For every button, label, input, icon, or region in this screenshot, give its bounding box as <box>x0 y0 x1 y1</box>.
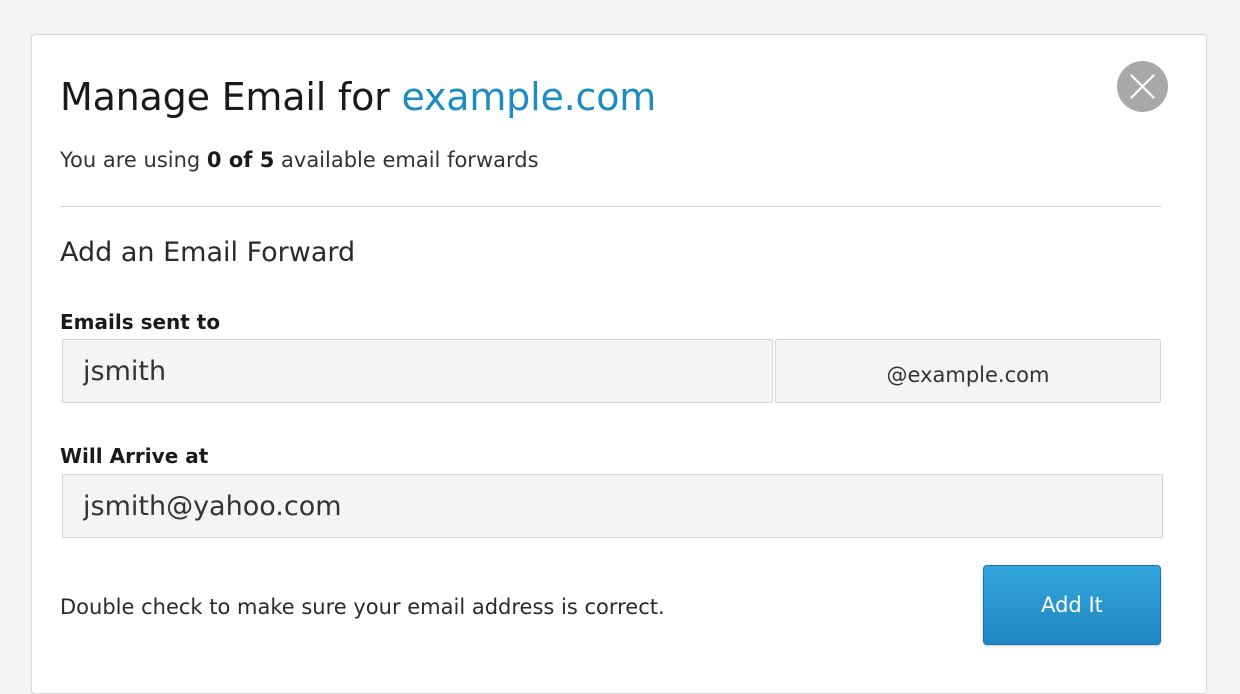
hint-text: Double check to make sure your email add… <box>60 595 665 619</box>
usage-summary: You are using 0 of 5 available email for… <box>60 148 539 172</box>
usage-count: 0 of 5 <box>206 148 275 172</box>
add-it-button[interactable]: Add It <box>983 565 1161 645</box>
domain-suffix: @example.com <box>775 339 1161 403</box>
section-title: Add an Email Forward <box>60 237 356 268</box>
title-prefix: Manage Email for <box>60 75 402 119</box>
close-icon <box>1130 74 1155 99</box>
domain-suffix-text: @example.com <box>886 363 1050 387</box>
will-arrive-at-label: Will Arrive at <box>60 444 209 468</box>
title-domain: example.com <box>401 75 657 119</box>
usage-prefix: You are using <box>60 148 207 172</box>
manage-email-dialog: Manage Email for example.com You are usi… <box>31 34 1207 694</box>
usage-suffix: available email forwards <box>274 148 539 172</box>
local-part-input[interactable] <box>62 339 773 403</box>
emails-sent-to-label: Emails sent to <box>60 310 221 334</box>
close-button[interactable] <box>1117 61 1168 112</box>
destination-email-input[interactable] <box>62 474 1163 538</box>
divider <box>60 206 1162 207</box>
dialog-title: Manage Email for example.com <box>60 75 656 119</box>
